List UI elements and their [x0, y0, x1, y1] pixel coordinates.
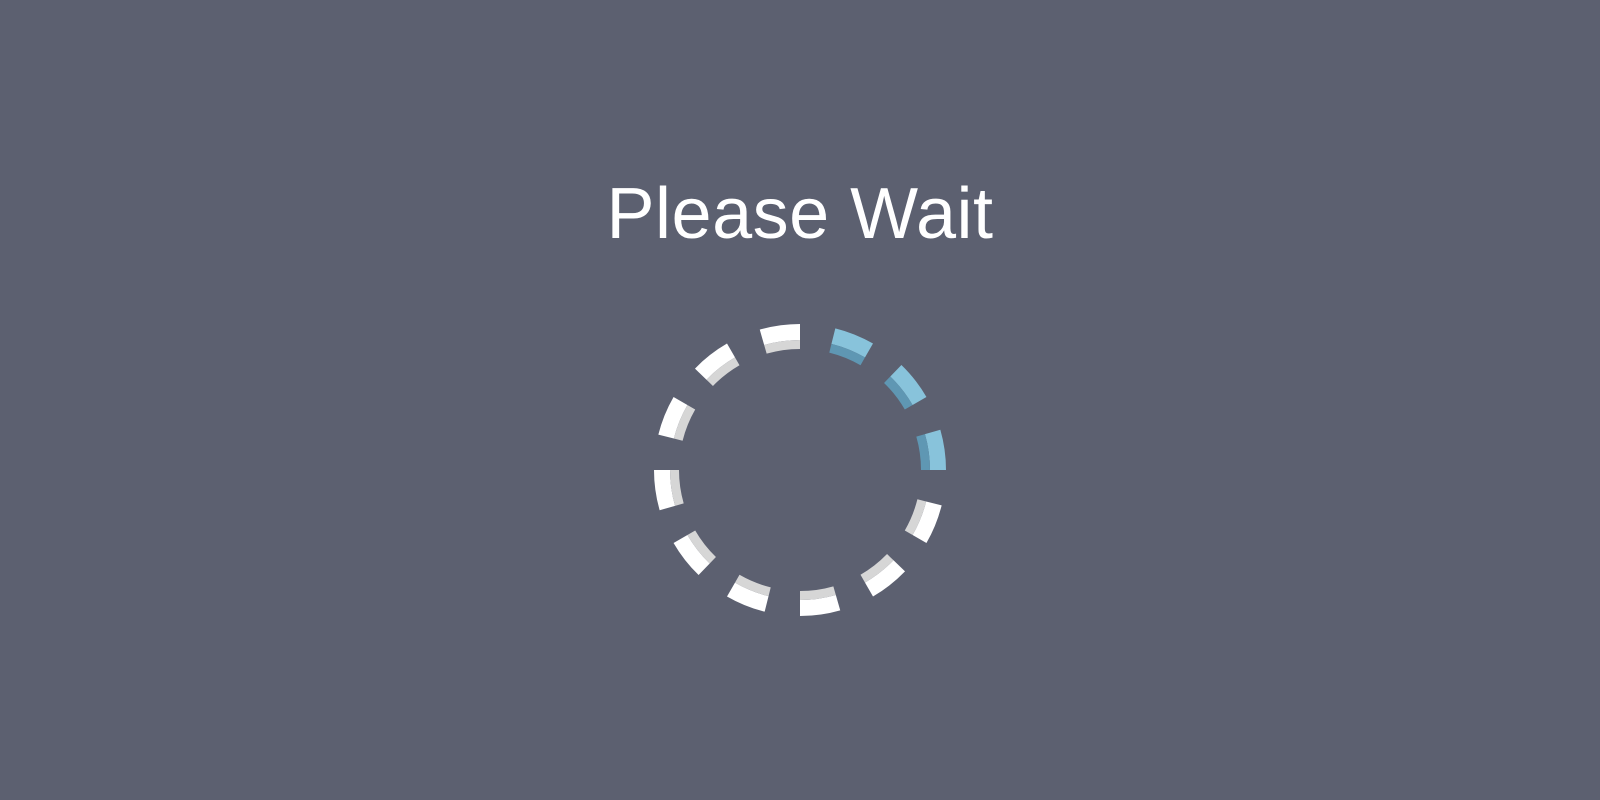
spinner-segment — [727, 574, 771, 612]
loading-title: Please Wait — [606, 174, 994, 254]
spinner-segment — [673, 530, 716, 576]
spinner-segment — [904, 499, 942, 543]
loading-spinner — [640, 310, 960, 630]
spinner-graphic — [654, 324, 946, 616]
spinner-segment-active — [829, 328, 873, 366]
spinner-segment — [860, 554, 906, 597]
spinner-segment-active — [916, 429, 946, 470]
spinner-segment — [658, 397, 696, 441]
spinner-segment — [694, 343, 740, 386]
spinner-segment-active — [884, 364, 927, 410]
spinner-segment — [654, 470, 684, 511]
spinner-segment — [759, 324, 800, 354]
loading-screen: Please Wait — [0, 0, 1600, 800]
spinner-segment — [800, 586, 841, 616]
